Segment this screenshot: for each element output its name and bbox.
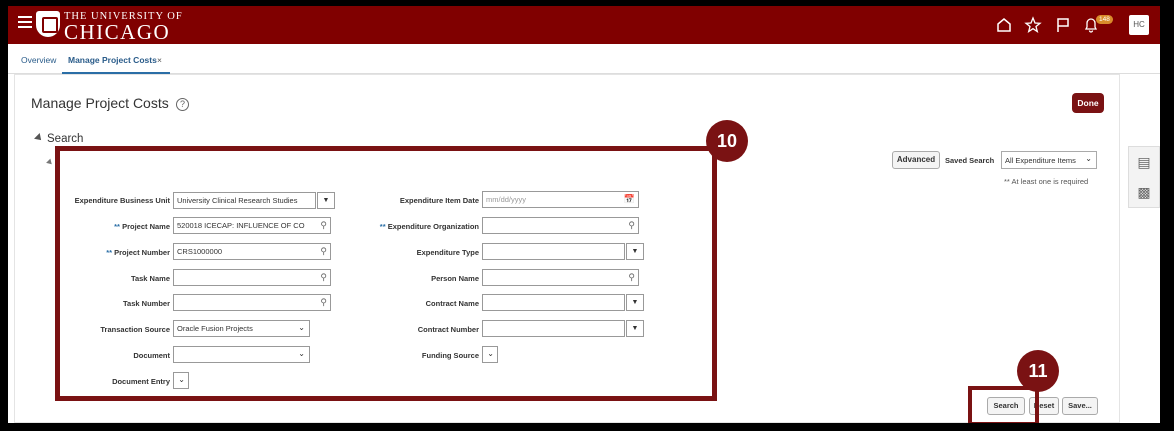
search-header-label: Search: [47, 133, 84, 145]
logo-line2: CHICAGO: [64, 20, 171, 44]
subsection-collapse-icon[interactable]: [46, 158, 54, 167]
document-icon[interactable]: ▤: [1129, 147, 1159, 177]
favorites-star-icon[interactable]: [1024, 16, 1042, 34]
saved-search-value: All Expenditure Items: [1005, 156, 1076, 165]
help-icon[interactable]: ?: [176, 98, 189, 111]
annotation-step-10-badge: 10: [706, 120, 748, 162]
annotation-step-11-badge: 11: [1017, 350, 1059, 392]
user-avatar[interactable]: HC: [1129, 15, 1149, 35]
side-toolbar: ▤ ▩: [1128, 146, 1160, 208]
save-button[interactable]: Save...: [1062, 397, 1098, 415]
tab-manage-project-costs[interactable]: Manage Project Costs: [68, 55, 157, 65]
search-section-header[interactable]: Search: [34, 133, 84, 145]
university-shield-icon: [36, 11, 60, 37]
advanced-button[interactable]: Advanced: [892, 151, 940, 169]
annotation-box-step-11: [968, 386, 1039, 423]
saved-search-select[interactable]: All Expenditure Items ⌄: [1001, 151, 1097, 169]
page-title: Manage Project Costs: [31, 95, 169, 111]
annotation-box-step-10: [55, 146, 717, 401]
chevron-down-icon: ⌄: [1085, 154, 1092, 163]
tab-bar: Overview Manage Project Costs ×: [8, 44, 1160, 74]
flag-icon[interactable]: [1054, 16, 1072, 34]
notification-count-badge: 148: [1096, 15, 1113, 24]
menu-icon[interactable]: [18, 16, 32, 28]
screenshot-frame: THE UNIVERSITY OF CHICAGO 148 HC Overvie…: [0, 0, 1174, 431]
saved-search-label: Saved Search: [945, 156, 995, 165]
tab-close-icon[interactable]: ×: [157, 55, 162, 65]
required-note: ** At least one is required: [1004, 177, 1089, 186]
home-icon[interactable]: [995, 16, 1013, 34]
tab-overview[interactable]: Overview: [21, 55, 56, 65]
done-button[interactable]: Done: [1072, 93, 1104, 113]
app-window: THE UNIVERSITY OF CHICAGO 148 HC Overvie…: [8, 6, 1160, 423]
global-header: THE UNIVERSITY OF CHICAGO 148 HC: [8, 6, 1160, 44]
collapse-triangle-icon: [34, 133, 44, 143]
chart-icon[interactable]: ▩: [1129, 177, 1159, 207]
